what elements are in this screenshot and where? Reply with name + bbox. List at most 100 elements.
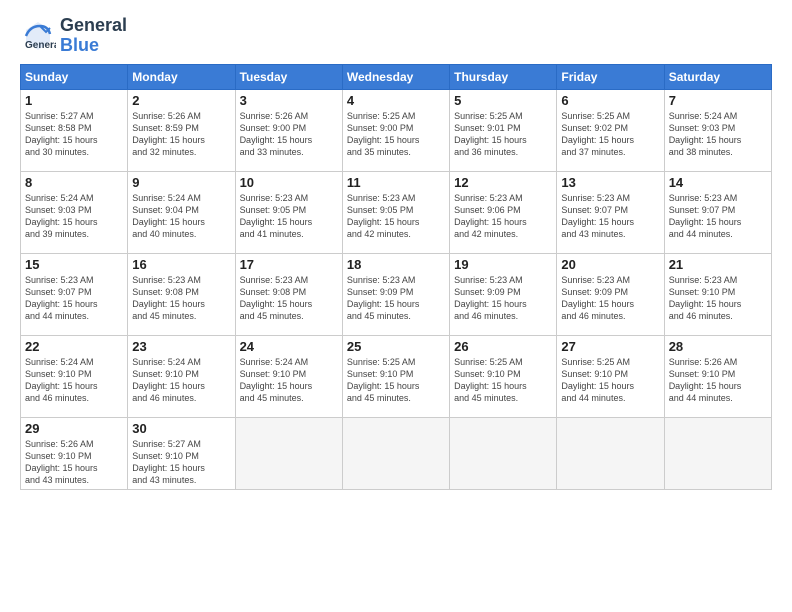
day-info: Sunrise: 5:23 AM Sunset: 9:08 PM Dayligh…: [132, 274, 230, 323]
weekday-header-saturday: Saturday: [664, 64, 771, 89]
logo-icon: General: [20, 18, 56, 54]
day-number: 29: [25, 421, 123, 436]
day-number: 9: [132, 175, 230, 190]
day-info: Sunrise: 5:24 AM Sunset: 9:10 PM Dayligh…: [132, 356, 230, 405]
calendar-cell: 10 Sunrise: 5:23 AM Sunset: 9:05 PM Dayli…: [235, 171, 342, 253]
day-number: 24: [240, 339, 338, 354]
day-info: Sunrise: 5:25 AM Sunset: 9:01 PM Dayligh…: [454, 110, 552, 159]
calendar-cell: 6 Sunrise: 5:25 AM Sunset: 9:02 PM Daylig…: [557, 89, 664, 171]
day-info: Sunrise: 5:23 AM Sunset: 9:09 PM Dayligh…: [561, 274, 659, 323]
calendar-cell: 23 Sunrise: 5:24 AM Sunset: 9:10 PM Dayli…: [128, 335, 235, 417]
calendar-row-1: 1 Sunrise: 5:27 AM Sunset: 8:58 PM Daylig…: [21, 89, 772, 171]
calendar-cell: 15 Sunrise: 5:23 AM Sunset: 9:07 PM Dayli…: [21, 253, 128, 335]
calendar-cell: 18 Sunrise: 5:23 AM Sunset: 9:09 PM Dayli…: [342, 253, 449, 335]
weekday-header-tuesday: Tuesday: [235, 64, 342, 89]
calendar-cell: [342, 417, 449, 490]
calendar-cell: 1 Sunrise: 5:27 AM Sunset: 8:58 PM Daylig…: [21, 89, 128, 171]
weekday-header-friday: Friday: [557, 64, 664, 89]
weekday-header-wednesday: Wednesday: [342, 64, 449, 89]
calendar-cell: 19 Sunrise: 5:23 AM Sunset: 9:09 PM Dayli…: [450, 253, 557, 335]
day-info: Sunrise: 5:23 AM Sunset: 9:07 PM Dayligh…: [25, 274, 123, 323]
logo-text: GeneralBlue: [60, 16, 127, 56]
calendar-cell: 2Sunrise: 5:26 AM Sunset: 8:59 PM Daylig…: [128, 89, 235, 171]
day-info: Sunrise: 5:24 AM Sunset: 9:04 PM Dayligh…: [132, 192, 230, 241]
day-number: 23: [132, 339, 230, 354]
day-info: Sunrise: 5:23 AM Sunset: 9:07 PM Dayligh…: [561, 192, 659, 241]
day-number: 11: [347, 175, 445, 190]
calendar-cell: 28 Sunrise: 5:26 AM Sunset: 9:10 PM Dayli…: [664, 335, 771, 417]
calendar-cell: 14 Sunrise: 5:23 AM Sunset: 9:07 PM Dayli…: [664, 171, 771, 253]
day-number: 15: [25, 257, 123, 272]
page: General GeneralBlue SundayMondayTuesdayW…: [0, 0, 792, 612]
day-number: 16: [132, 257, 230, 272]
weekday-header-thursday: Thursday: [450, 64, 557, 89]
day-info: Sunrise: 5:25 AM Sunset: 9:10 PM Dayligh…: [561, 356, 659, 405]
calendar-cell: 27 Sunrise: 5:25 AM Sunset: 9:10 PM Dayli…: [557, 335, 664, 417]
day-number: 5: [454, 93, 552, 108]
weekday-header-sunday: Sunday: [21, 64, 128, 89]
calendar-cell: 16 Sunrise: 5:23 AM Sunset: 9:08 PM Dayli…: [128, 253, 235, 335]
header: General GeneralBlue: [20, 16, 772, 56]
day-number: 27: [561, 339, 659, 354]
weekday-header-monday: Monday: [128, 64, 235, 89]
day-info: Sunrise: 5:23 AM Sunset: 9:09 PM Dayligh…: [347, 274, 445, 323]
calendar-row-3: 15 Sunrise: 5:23 AM Sunset: 9:07 PM Dayli…: [21, 253, 772, 335]
day-number: 13: [561, 175, 659, 190]
day-info: Sunrise: 5:24 AM Sunset: 9:03 PM Dayligh…: [25, 192, 123, 241]
day-number: 1: [25, 93, 123, 108]
day-number: 18: [347, 257, 445, 272]
day-number: 19: [454, 257, 552, 272]
day-number: 20: [561, 257, 659, 272]
calendar-cell: 5 Sunrise: 5:25 AM Sunset: 9:01 PM Daylig…: [450, 89, 557, 171]
day-number: 25: [347, 339, 445, 354]
day-info: Sunrise: 5:24 AM Sunset: 9:03 PM Dayligh…: [669, 110, 767, 159]
calendar-cell: [664, 417, 771, 490]
calendar-cell: 13 Sunrise: 5:23 AM Sunset: 9:07 PM Dayli…: [557, 171, 664, 253]
day-info: Sunrise: 5:23 AM Sunset: 9:09 PM Dayligh…: [454, 274, 552, 323]
day-info: Sunrise: 5:24 AM Sunset: 9:10 PM Dayligh…: [240, 356, 338, 405]
day-info: Sunrise: 5:24 AM Sunset: 9:10 PM Dayligh…: [25, 356, 123, 405]
day-number: 6: [561, 93, 659, 108]
day-number: 14: [669, 175, 767, 190]
day-info: Sunrise: 5:25 AM Sunset: 9:10 PM Dayligh…: [347, 356, 445, 405]
calendar-cell: 12Sunrise: 5:23 AM Sunset: 9:06 PM Dayli…: [450, 171, 557, 253]
calendar-cell: 4Sunrise: 5:25 AM Sunset: 9:00 PM Daylig…: [342, 89, 449, 171]
calendar-cell: [235, 417, 342, 490]
calendar-cell: 17Sunrise: 5:23 AM Sunset: 9:08 PM Dayli…: [235, 253, 342, 335]
day-info: Sunrise: 5:26 AM Sunset: 9:00 PM Dayligh…: [240, 110, 338, 159]
day-info: Sunrise: 5:26 AM Sunset: 9:10 PM Dayligh…: [669, 356, 767, 405]
calendar-cell: 20 Sunrise: 5:23 AM Sunset: 9:09 PM Dayli…: [557, 253, 664, 335]
calendar-cell: 30Sunrise: 5:27 AM Sunset: 9:10 PM Dayli…: [128, 417, 235, 490]
calendar-row-5: 29Sunrise: 5:26 AM Sunset: 9:10 PM Dayli…: [21, 417, 772, 490]
calendar-cell: 7Sunrise: 5:24 AM Sunset: 9:03 PM Daylig…: [664, 89, 771, 171]
calendar-cell: 9 Sunrise: 5:24 AM Sunset: 9:04 PM Daylig…: [128, 171, 235, 253]
day-info: Sunrise: 5:27 AM Sunset: 8:58 PM Dayligh…: [25, 110, 123, 159]
calendar-cell: 3 Sunrise: 5:26 AM Sunset: 9:00 PM Daylig…: [235, 89, 342, 171]
day-info: Sunrise: 5:23 AM Sunset: 9:07 PM Dayligh…: [669, 192, 767, 241]
calendar-cell: 22 Sunrise: 5:24 AM Sunset: 9:10 PM Dayli…: [21, 335, 128, 417]
day-number: 10: [240, 175, 338, 190]
day-info: Sunrise: 5:25 AM Sunset: 9:02 PM Dayligh…: [561, 110, 659, 159]
day-number: 12: [454, 175, 552, 190]
day-info: Sunrise: 5:23 AM Sunset: 9:05 PM Dayligh…: [240, 192, 338, 241]
day-number: 4: [347, 93, 445, 108]
day-info: Sunrise: 5:23 AM Sunset: 9:10 PM Dayligh…: [669, 274, 767, 323]
calendar-row-4: 22 Sunrise: 5:24 AM Sunset: 9:10 PM Dayli…: [21, 335, 772, 417]
day-number: 8: [25, 175, 123, 190]
calendar-table: SundayMondayTuesdayWednesdayThursdayFrid…: [20, 64, 772, 491]
day-number: 3: [240, 93, 338, 108]
svg-text:General: General: [25, 40, 56, 51]
calendar-cell: 26Sunrise: 5:25 AM Sunset: 9:10 PM Dayli…: [450, 335, 557, 417]
calendar-row-2: 8 Sunrise: 5:24 AM Sunset: 9:03 PM Daylig…: [21, 171, 772, 253]
calendar-cell: 11Sunrise: 5:23 AM Sunset: 9:05 PM Dayli…: [342, 171, 449, 253]
day-info: Sunrise: 5:27 AM Sunset: 9:10 PM Dayligh…: [132, 438, 230, 487]
calendar-cell: 24 Sunrise: 5:24 AM Sunset: 9:10 PM Dayli…: [235, 335, 342, 417]
calendar-cell: 29Sunrise: 5:26 AM Sunset: 9:10 PM Dayli…: [21, 417, 128, 490]
logo: General GeneralBlue: [20, 16, 127, 56]
day-number: 28: [669, 339, 767, 354]
day-number: 22: [25, 339, 123, 354]
calendar-cell: 21 Sunrise: 5:23 AM Sunset: 9:10 PM Dayli…: [664, 253, 771, 335]
day-number: 21: [669, 257, 767, 272]
calendar-cell: 25 Sunrise: 5:25 AM Sunset: 9:10 PM Dayli…: [342, 335, 449, 417]
day-number: 17: [240, 257, 338, 272]
